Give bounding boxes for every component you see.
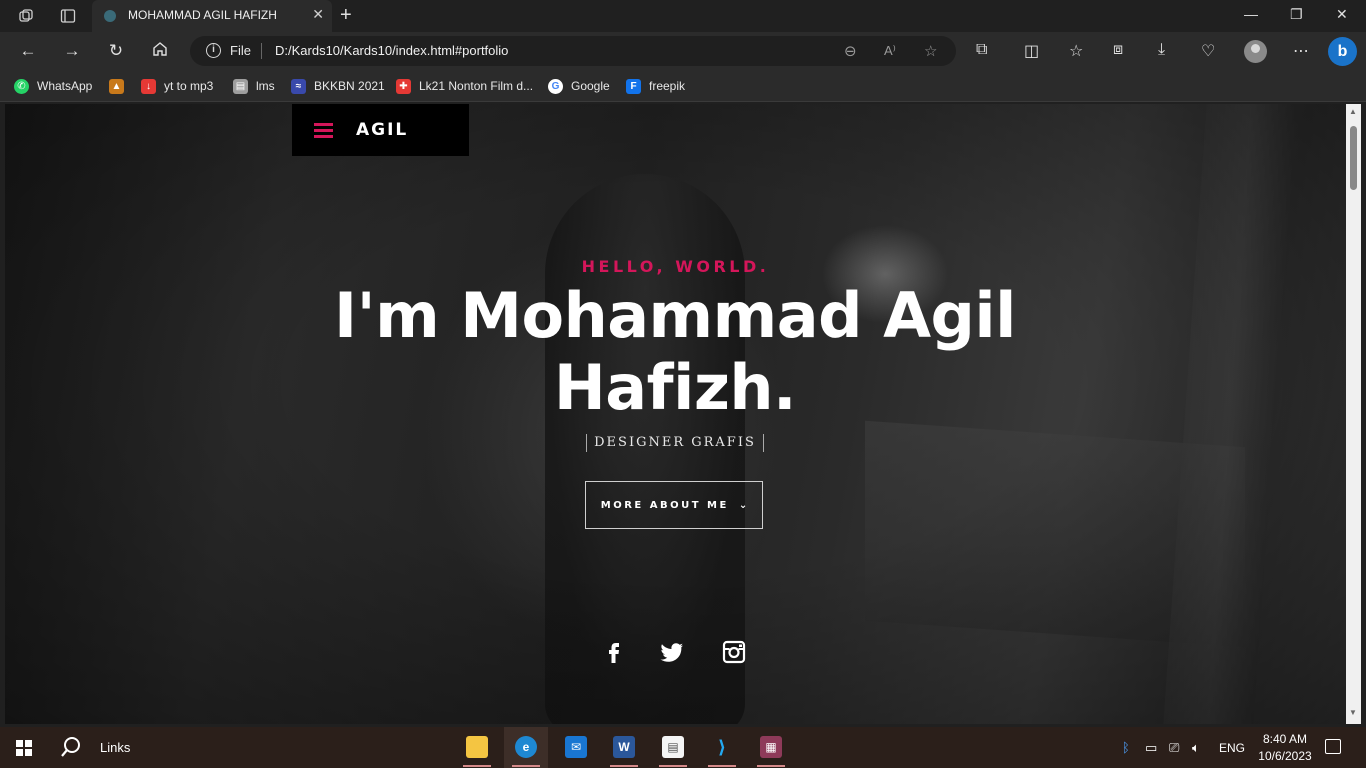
address-bar[interactable]: i File D:/Kards10/Kards10/index.html#por… [190, 36, 956, 66]
collections-icon[interactable]: ⧈ [1113, 41, 1123, 59]
address-scheme: File [230, 43, 251, 58]
hero-role: DESIGNER GRAFIS [586, 434, 764, 452]
scroll-up-icon[interactable]: ▲ [1349, 107, 1357, 116]
browser-navbar: ← → ↻ i File D:/Kards10/Kards10/index.ht… [0, 32, 1366, 70]
more-options-icon[interactable]: ⋯ [1293, 41, 1309, 61]
mail-icon: ✉ [565, 736, 587, 758]
taskbar-mail[interactable]: ✉ [554, 727, 598, 768]
page-hero: AGIL HELLO, WORLD. I'm Mohammad Agil Haf… [5, 104, 1346, 724]
bkkbn-icon: ≈ [291, 78, 306, 94]
browser-tab[interactable]: MOHAMMAD AGIL HAFIZH ✕ [92, 0, 332, 32]
scrollbar-thumb[interactable] [1350, 126, 1357, 190]
new-tab-icon[interactable]: + [340, 4, 352, 27]
windows-start-icon[interactable] [16, 740, 32, 756]
clock-time: 8:40 AM [1262, 732, 1308, 746]
taskbar-notepad[interactable]: ▤ [651, 727, 695, 768]
taskbar-word[interactable]: W [602, 727, 646, 768]
facebook-icon[interactable] [600, 638, 628, 666]
edge-icon: e [515, 736, 537, 758]
address-url[interactable]: D:/Kards10/Kards10/index.html#portfolio [275, 43, 508, 58]
lk21-icon: ✚ [396, 78, 411, 94]
taskbar-file-explorer[interactable] [455, 727, 499, 768]
minimize-icon[interactable]: — [1244, 6, 1258, 22]
google-icon: G [548, 78, 563, 94]
tab-actions-icon[interactable] [60, 8, 76, 24]
tab-title: MOHAMMAD AGIL HAFIZH [128, 8, 277, 22]
bookmark-google[interactable]: G Google [548, 78, 610, 94]
taskbar: Links e ✉ W ▤ ⟩ ▦ ᛒ ▭ ⎚ 🔈︎ ENG 8:40 AM 1… [0, 727, 1366, 768]
site-header: AGIL [292, 104, 469, 156]
refresh-icon[interactable]: ↻ [105, 40, 127, 62]
search-icon[interactable] [60, 736, 82, 764]
clock-date: 10/6/2023 [1258, 749, 1312, 763]
notification-icon[interactable] [1325, 739, 1341, 754]
bookmark-tower[interactable]: ▲ [109, 78, 132, 94]
bluetooth-icon[interactable]: ᛒ [1122, 740, 1130, 755]
profile-avatar[interactable] [1244, 40, 1267, 63]
network-icon[interactable]: ⎚ [1169, 740, 1179, 756]
tab-favicon-icon [104, 10, 116, 22]
whatsapp-icon: ✆ [14, 78, 29, 94]
freepik-icon: F [626, 78, 641, 94]
taskbar-search-label[interactable]: Links [100, 740, 130, 755]
taskbar-winrar[interactable]: ▦ [749, 727, 793, 768]
language-indicator[interactable]: ENG [1219, 741, 1245, 755]
home-icon[interactable] [149, 40, 171, 62]
zoom-icon[interactable]: ⊖ [844, 42, 857, 60]
greeting: HELLO, WORLD. [581, 257, 770, 276]
archive-icon: ▦ [760, 736, 782, 758]
document-icon: ▤ [662, 736, 684, 758]
scroll-down-icon[interactable]: ▼ [1349, 708, 1357, 717]
forward-icon[interactable]: → [61, 40, 83, 62]
taskbar-edge[interactable]: e [504, 727, 548, 768]
vscode-icon: ⟩ [717, 737, 727, 757]
bookmark-lms[interactable]: ▤ lms [233, 78, 275, 94]
twitter-icon[interactable] [658, 638, 686, 666]
extensions-icon[interactable]: ⧉ [976, 41, 987, 59]
bookmarks-bar: ✆ WhatsApp ▲ ↓ yt to mp3 ▤ lms ≈ BKKBN 2021 … [0, 70, 1366, 102]
workspaces-icon[interactable] [18, 8, 34, 24]
back-icon[interactable]: ← [17, 40, 39, 62]
bookmark-bkkbn[interactable]: ≈ BKKBN 2021 [291, 78, 385, 94]
site-logo[interactable]: AGIL [356, 120, 408, 140]
bookmark-yt-to-mp3[interactable]: ↓ yt to mp3 [141, 78, 213, 94]
restore-icon[interactable]: ❐ [1290, 6, 1303, 23]
site-info-icon[interactable]: i [206, 43, 221, 58]
close-window-icon[interactable]: ✕ [1336, 6, 1348, 23]
folder-icon [466, 736, 488, 758]
split-screen-icon[interactable]: ◫ [1024, 41, 1039, 61]
browser-titlebar: MOHAMMAD AGIL HAFIZH ✕ + — ❐ ✕ [0, 0, 1366, 32]
word-icon: W [613, 736, 635, 758]
more-about-me-button[interactable]: MORE ABOUT ME ⌄ [585, 481, 763, 529]
tower-icon: ▲ [109, 78, 124, 94]
chevron-down-icon: ⌄ [738, 499, 748, 511]
more-about-me-label: MORE ABOUT ME [600, 499, 729, 511]
bing-copilot-icon[interactable]: b [1328, 37, 1357, 66]
bookmark-whatsapp[interactable]: ✆ WhatsApp [14, 78, 92, 94]
tab-close-icon[interactable]: ✕ [312, 6, 324, 23]
battery-icon[interactable]: ▭ [1145, 740, 1157, 756]
hero-headline: I'm Mohammad Agil Hafizh. [334, 279, 1016, 424]
bookmark-freepik[interactable]: Ffreepik [626, 78, 685, 94]
favorite-star-icon[interactable]: ☆ [924, 42, 937, 60]
instagram-icon[interactable] [720, 638, 748, 666]
downloads-icon[interactable]: ⤓ [1158, 41, 1165, 59]
hamburger-menu-icon[interactable] [314, 123, 333, 138]
browser-essentials-icon[interactable]: ♡ [1201, 41, 1215, 61]
system-clock[interactable]: 8:40 AM 10/6/2023 [1254, 731, 1316, 765]
lms-icon: ▤ [233, 78, 248, 94]
read-aloud-icon[interactable]: A⁾ [884, 43, 896, 59]
favorites-icon[interactable]: ☆ [1069, 41, 1083, 61]
page-scrollbar[interactable]: ▲ ▼ [1346, 104, 1361, 724]
download-icon: ↓ [141, 78, 156, 94]
volume-icon[interactable]: 🔈︎ [1192, 740, 1200, 756]
bookmark-lk21[interactable]: ✚ Lk21 Nonton Film d... [396, 78, 533, 94]
taskbar-vscode[interactable]: ⟩ [700, 727, 744, 768]
address-separator [261, 43, 262, 59]
